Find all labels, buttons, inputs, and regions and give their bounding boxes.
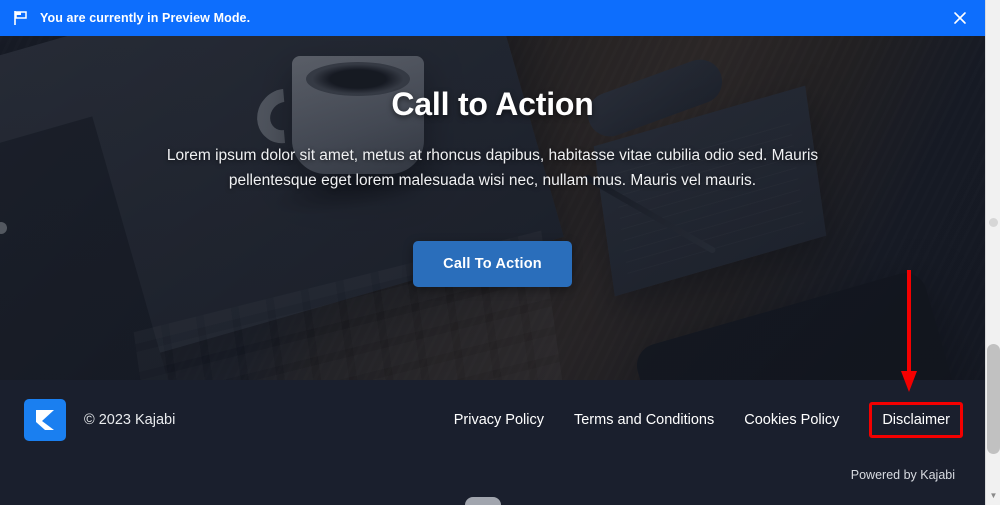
- preview-mode-message: You are currently in Preview Mode.: [40, 11, 251, 25]
- footer-brand: © 2023 Kajabi: [24, 399, 175, 441]
- hero-title: Call to Action: [391, 86, 594, 122]
- preview-mode-banner: You are currently in Preview Mode.: [0, 0, 985, 36]
- footer-link-terms-and-conditions[interactable]: Terms and Conditions: [574, 412, 714, 428]
- footer-link-privacy-policy[interactable]: Privacy Policy: [454, 412, 544, 428]
- powered-by-label: Powered by Kajabi: [850, 468, 955, 482]
- close-icon[interactable]: [949, 7, 971, 29]
- flag-icon: [12, 9, 30, 27]
- vertical-scrollbar[interactable]: ▼: [985, 0, 1000, 505]
- hero-section: Call to Action Lorem ipsum dolor sit ame…: [0, 36, 985, 380]
- call-to-action-button[interactable]: Call To Action: [413, 241, 572, 287]
- scrollbar-down-arrow-icon[interactable]: ▼: [986, 489, 1000, 501]
- scrollbar-thumb[interactable]: [987, 344, 1000, 454]
- kajabi-logo-icon: [24, 399, 66, 441]
- disclaimer-highlight-box: Disclaimer: [869, 402, 963, 438]
- hero-subtitle: Lorem ipsum dolor sit amet, metus at rho…: [166, 147, 819, 189]
- page-viewport: Call to Action Lorem ipsum dolor sit ame…: [0, 36, 985, 505]
- footer-link-cookies-policy[interactable]: Cookies Policy: [744, 412, 839, 428]
- footer-copyright: © 2023 Kajabi: [84, 412, 176, 428]
- hero-content: Call to Action Lorem ipsum dolor sit ame…: [0, 36, 985, 380]
- site-footer: © 2023 Kajabi Privacy Policy Terms and C…: [0, 380, 985, 505]
- footer-link-disclaimer[interactable]: Disclaimer: [882, 412, 950, 428]
- scrollbar-marker: [989, 218, 998, 227]
- bottom-popup-handle[interactable]: [465, 497, 501, 505]
- footer-main-row: © 2023 Kajabi Privacy Policy Terms and C…: [0, 380, 985, 460]
- footer-links: Privacy Policy Terms and Conditions Cook…: [454, 402, 963, 438]
